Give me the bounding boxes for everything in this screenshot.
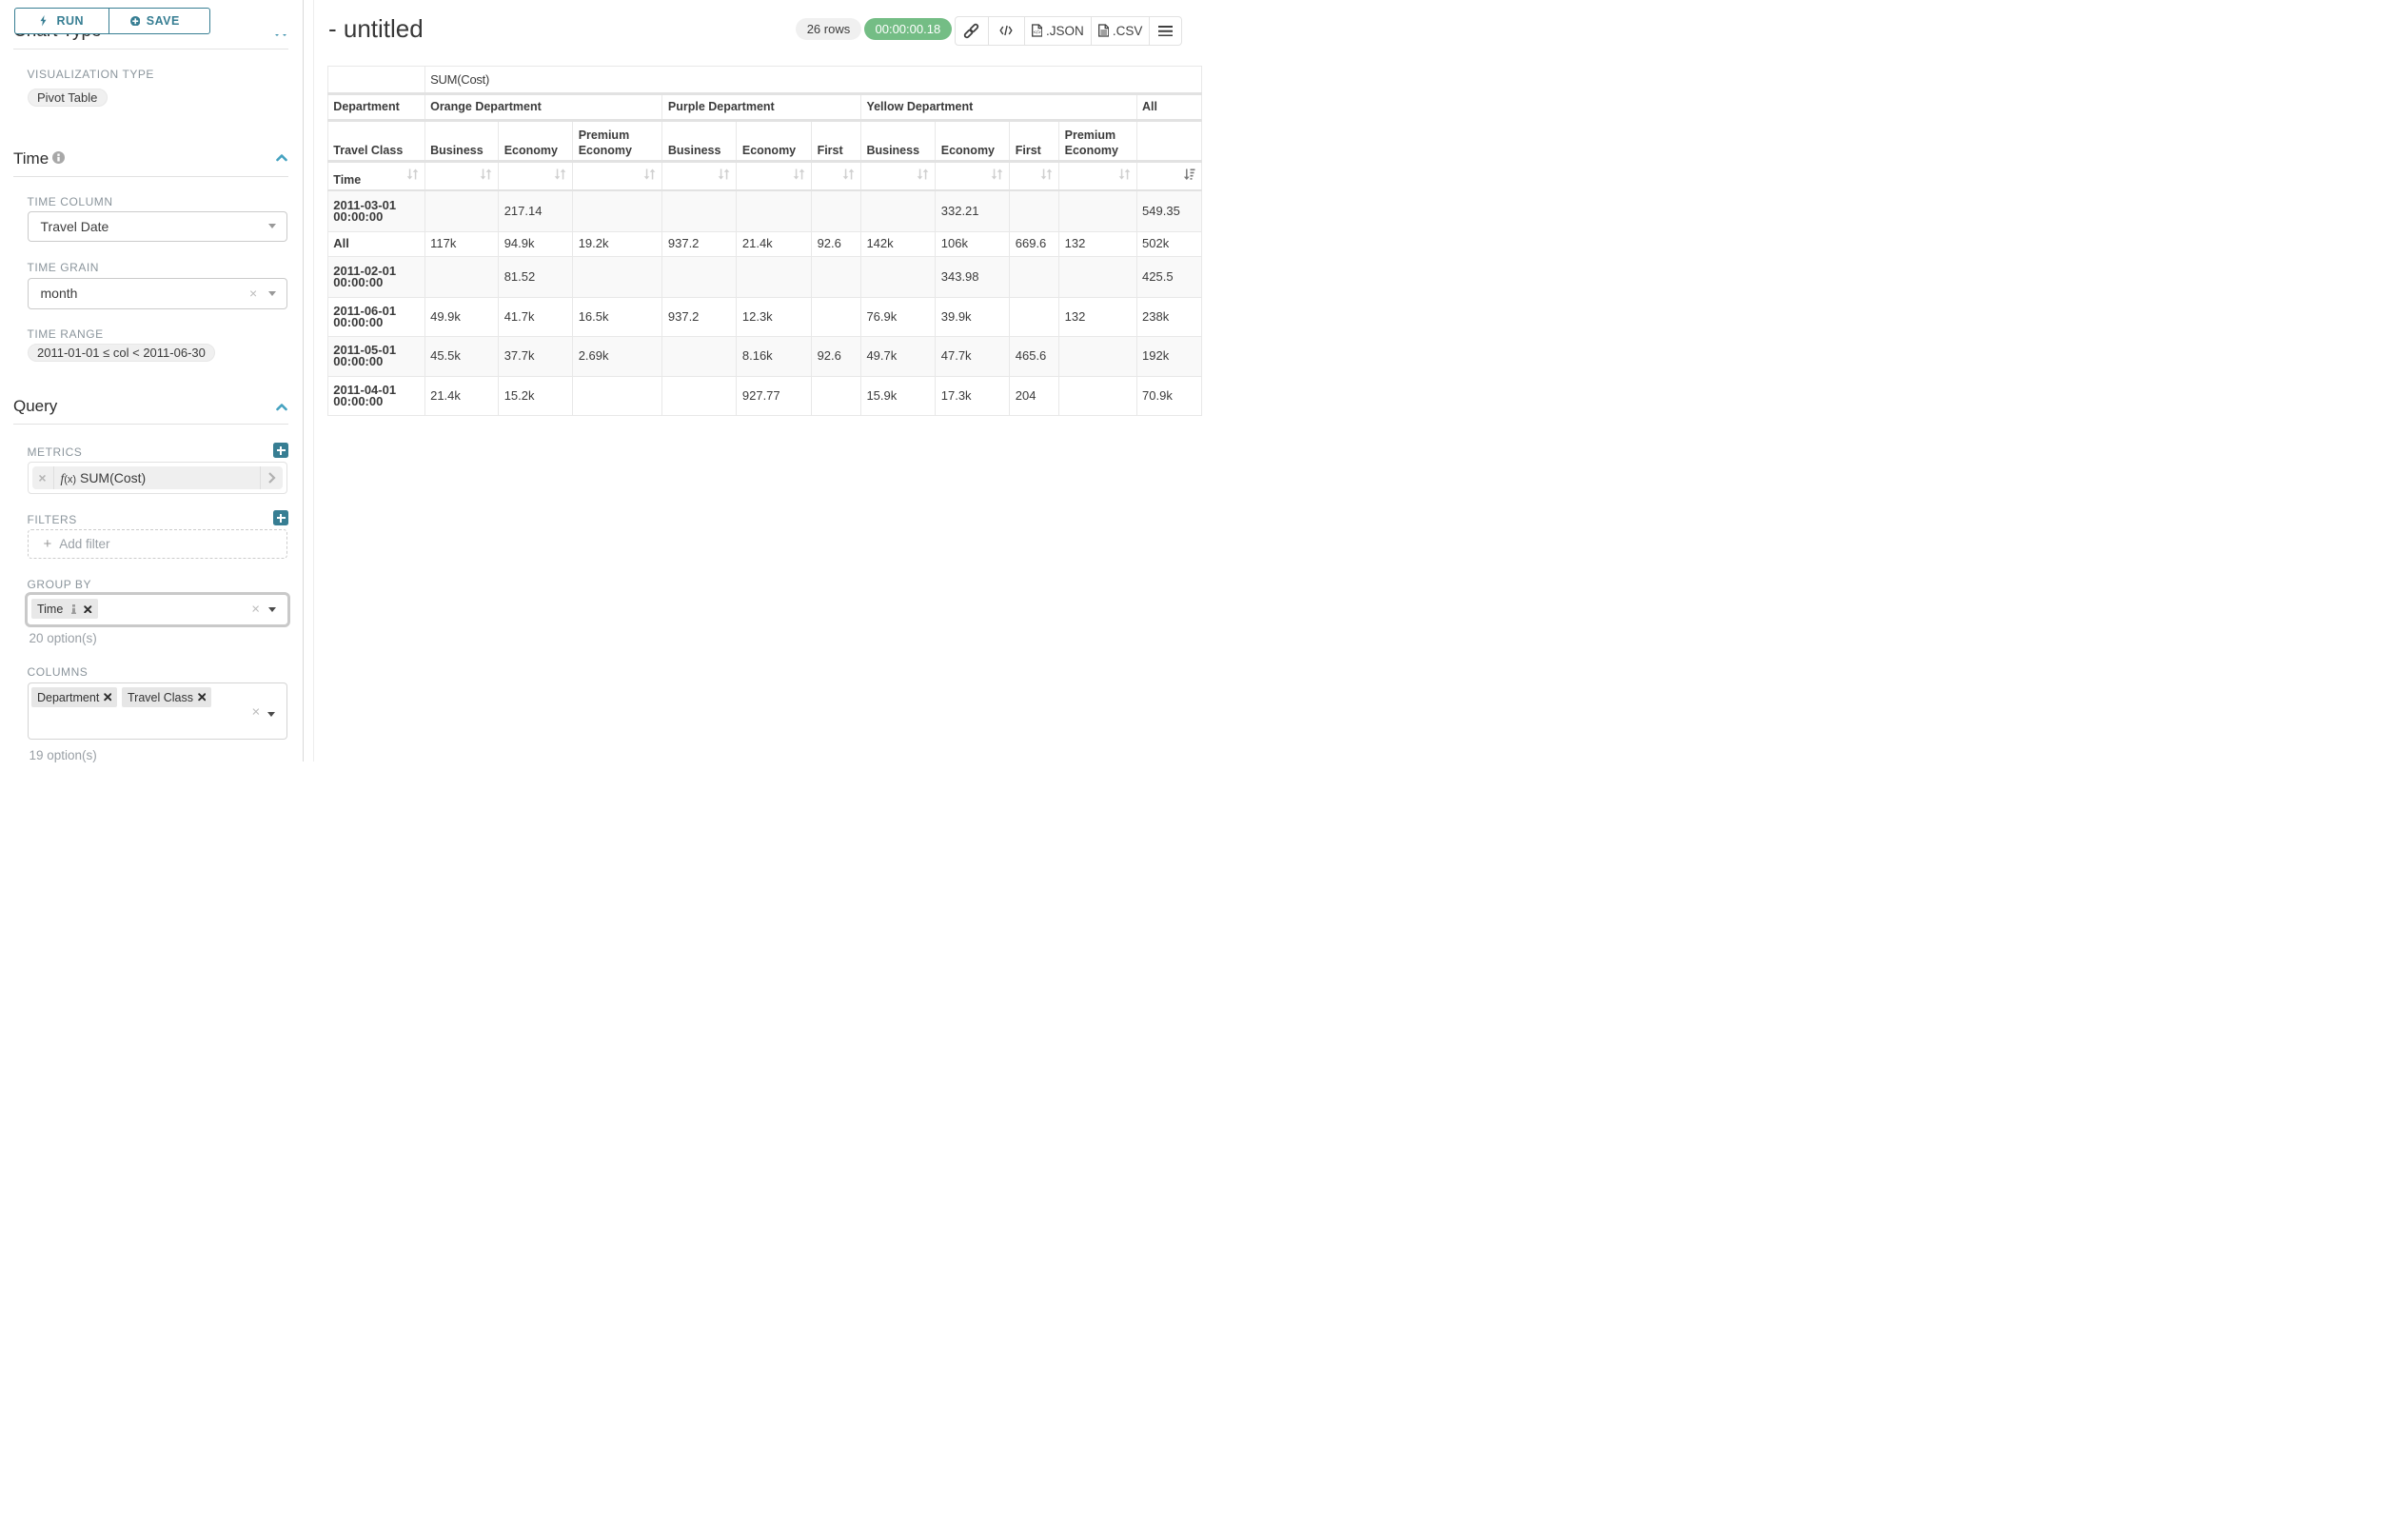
svg-text:</>: </> bbox=[1034, 30, 1041, 36]
